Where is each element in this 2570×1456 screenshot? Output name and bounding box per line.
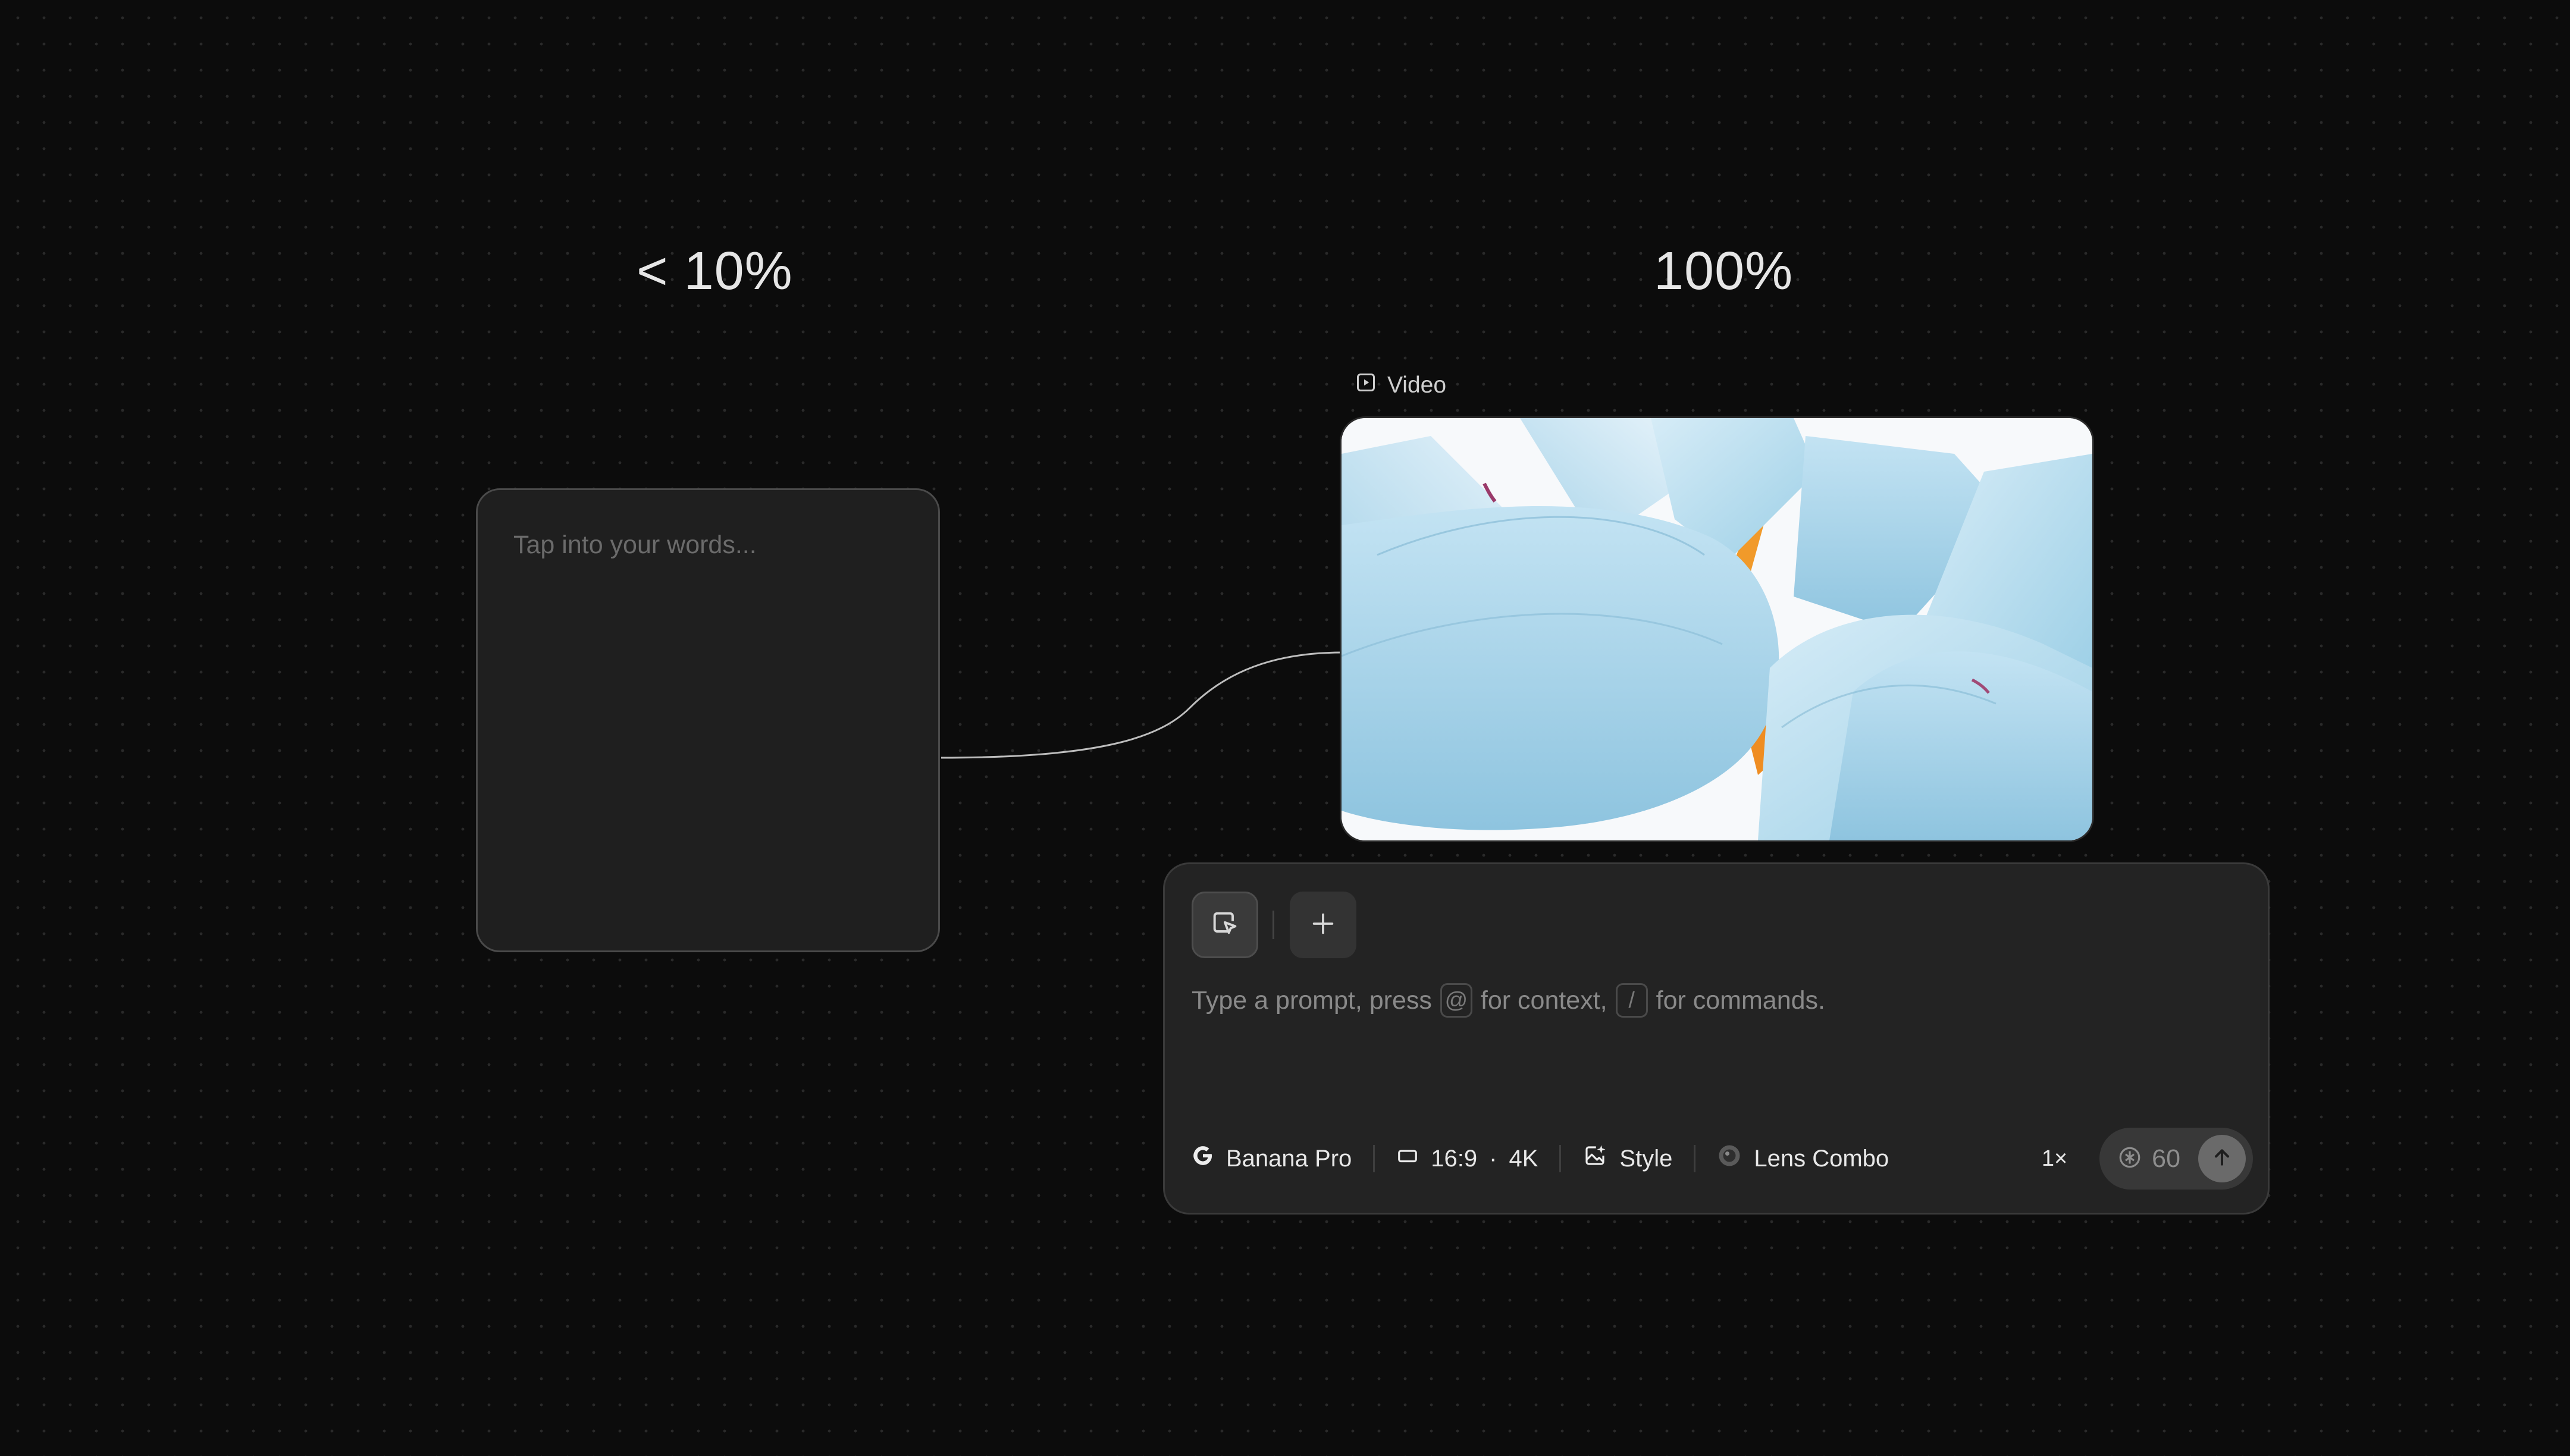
model-label: Banana Pro: [1226, 1145, 1352, 1172]
options-divider: [1559, 1145, 1562, 1172]
add-button[interactable]: [1290, 892, 1356, 958]
google-g-icon: [1192, 1144, 1214, 1173]
plus-icon: [1309, 910, 1337, 940]
resolution-value: 4K: [1509, 1145, 1538, 1172]
play-square-icon: [1355, 372, 1377, 399]
at-key-hint: @: [1440, 983, 1472, 1018]
lotus-flower-image: [1342, 418, 2092, 840]
lens-selector[interactable]: Lens Combo: [1717, 1143, 1889, 1174]
send-button[interactable]: [2198, 1135, 2246, 1182]
prompt-options-bar: Banana Pro 16:9 · 4K Style Lens Combo 1×…: [1192, 1128, 2253, 1190]
options-divider: [1373, 1145, 1375, 1172]
canvas-background[interactable]: [0, 0, 2570, 1456]
slash-key-hint: /: [1615, 983, 1648, 1018]
credits-icon: [2117, 1145, 2142, 1173]
style-label: Style: [1619, 1145, 1673, 1172]
text-node[interactable]: Tap into your words...: [476, 488, 940, 952]
credits-value: 60: [2152, 1144, 2180, 1173]
model-selector[interactable]: Banana Pro: [1192, 1144, 1352, 1173]
video-node-label: Video: [1387, 372, 1447, 398]
aspect-resolution-selector[interactable]: 16:9 · 4K: [1396, 1144, 1538, 1173]
image-sparkle-icon: [1582, 1143, 1607, 1174]
prompt-panel: Type a prompt, press @ for context, / fo…: [1163, 862, 2270, 1215]
prompt-placeholder-text: Type a prompt, press: [1192, 986, 1432, 1015]
credits-send-group: 60: [2099, 1128, 2253, 1190]
prompt-placeholder-text: for context,: [1480, 986, 1607, 1015]
select-tool-button[interactable]: [1192, 892, 1258, 958]
full-percent-label: 100%: [1654, 241, 1794, 301]
generation-count[interactable]: 1×: [2042, 1146, 2067, 1172]
separator-dot: ·: [1489, 1145, 1497, 1172]
lens-label: Lens Combo: [1754, 1145, 1889, 1172]
lens-icon: [1717, 1143, 1742, 1174]
toolbar-divider: [1273, 911, 1274, 939]
aspect-ratio-value: 16:9: [1431, 1145, 1478, 1172]
low-percent-label: < 10%: [637, 241, 793, 301]
aspect-ratio-icon: [1396, 1144, 1419, 1173]
text-node-placeholder[interactable]: Tap into your words...: [513, 531, 757, 560]
cursor-select-icon: [1209, 908, 1240, 942]
prompt-input[interactable]: Type a prompt, press @ for context, / fo…: [1192, 983, 1825, 1018]
video-node-header: Video: [1355, 372, 1446, 399]
prompt-placeholder-text: for commands.: [1656, 986, 1825, 1015]
options-divider: [1694, 1145, 1696, 1172]
style-selector[interactable]: Style: [1582, 1143, 1672, 1174]
arrow-up-icon: [2210, 1146, 2234, 1172]
video-node-preview[interactable]: [1342, 418, 2092, 840]
